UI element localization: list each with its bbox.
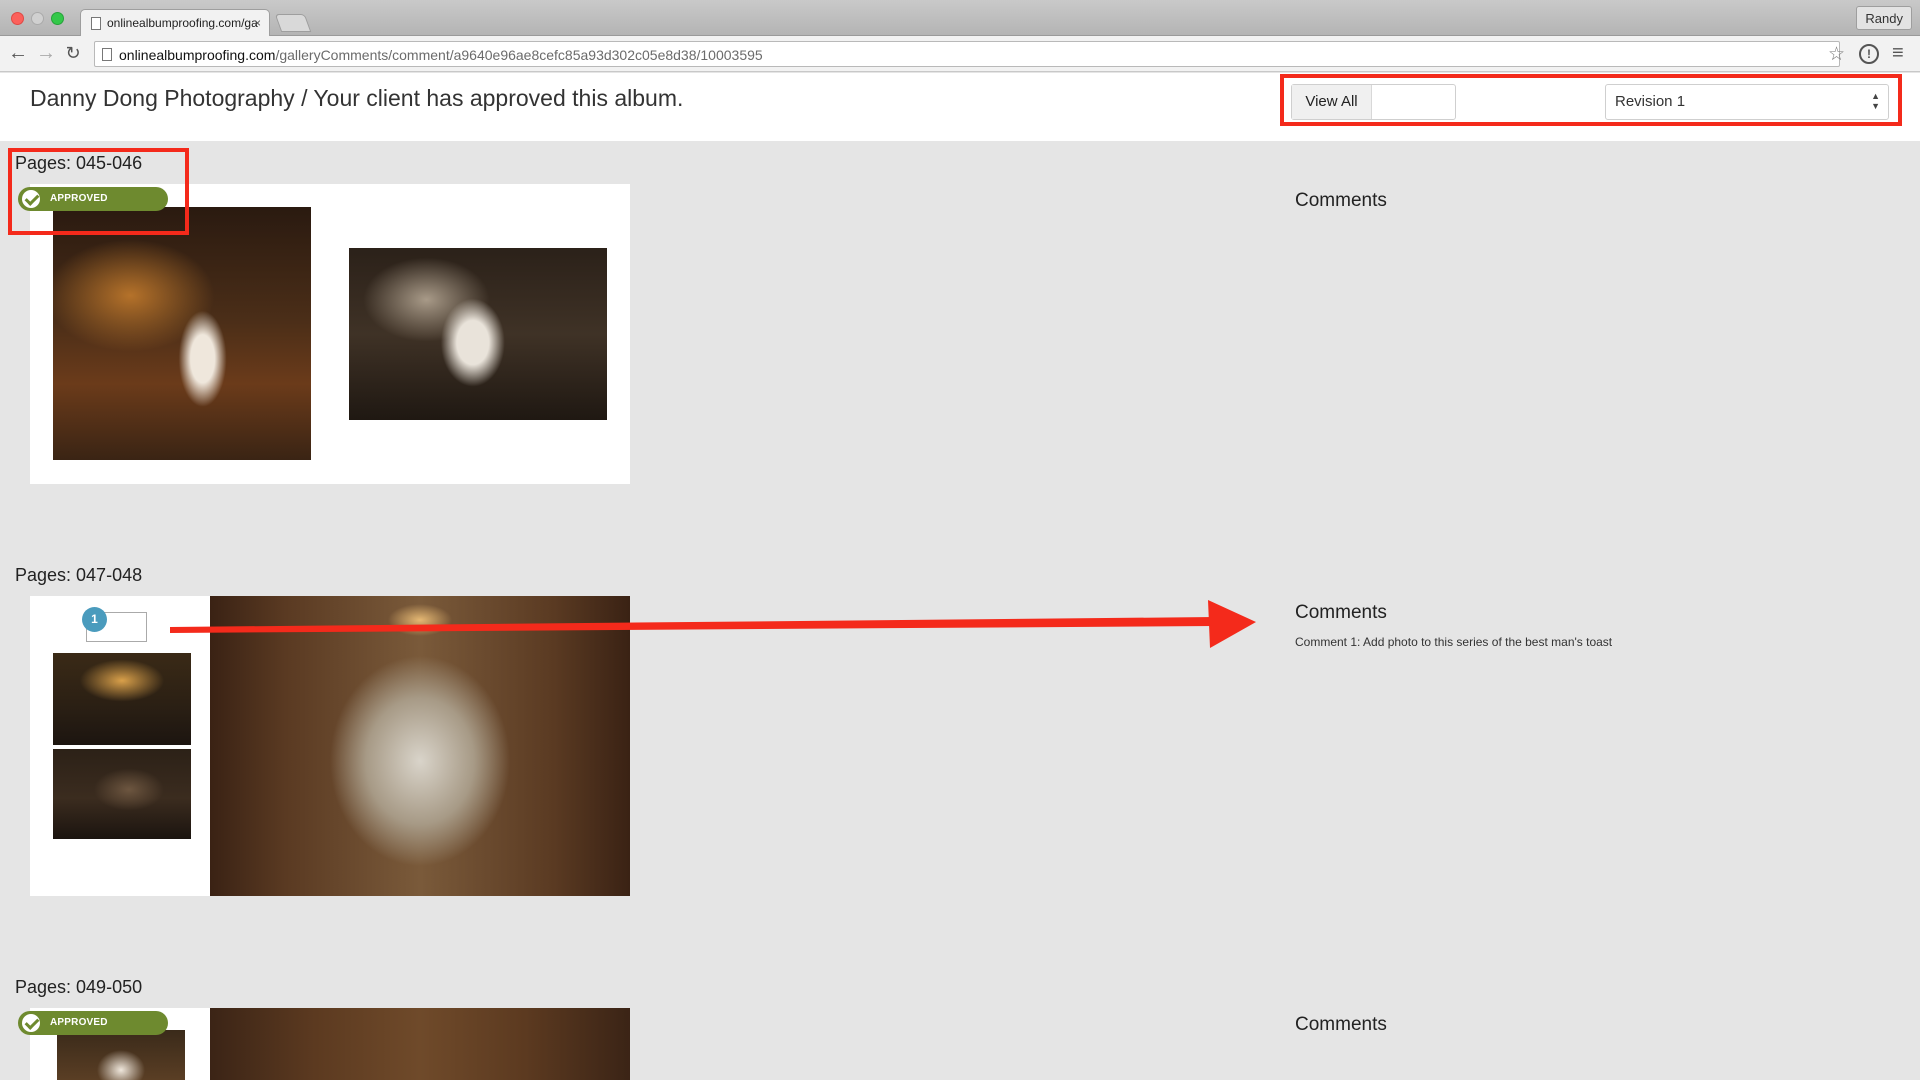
spread-photo[interactable] — [57, 1030, 185, 1080]
spread-photo[interactable] — [53, 653, 191, 745]
tab-title: onlinealbumproofing.com/ga — [107, 16, 258, 30]
page-icon — [91, 17, 101, 30]
spread-photo[interactable] — [210, 596, 630, 896]
spread-photo[interactable] — [53, 749, 191, 839]
page-title: Danny Dong Photography / Your client has… — [30, 85, 684, 111]
page-header: Danny Dong Photography / Your client has… — [0, 73, 1920, 141]
url-path: /galleryComments/comment/a9640e96ae8cefc… — [275, 47, 763, 63]
browser-toolbar: ← → ↻ onlinealbumproofing.com/galleryCom… — [0, 36, 1920, 72]
hamburger-menu-icon[interactable]: ≡ — [1892, 42, 1904, 65]
tab-close-icon[interactable]: × — [254, 16, 261, 30]
new-tab-button[interactable] — [274, 14, 312, 32]
url-host: onlinealbumproofing.com — [119, 47, 276, 63]
comment-marker[interactable]: 1 — [82, 607, 107, 632]
comments-heading: Comments — [1295, 190, 1387, 211]
star-icon[interactable]: ☆ — [1828, 43, 1845, 66]
annotation-arrow — [170, 600, 1256, 648]
page-icon — [102, 48, 112, 61]
profile-button[interactable]: Randy — [1856, 6, 1912, 30]
reload-icon[interactable]: ↻ — [61, 42, 85, 66]
spread-photo[interactable] — [53, 207, 311, 460]
back-arrow-icon[interactable]: ← — [6, 42, 30, 66]
spread-label: Pages: 047-048 — [15, 565, 143, 585]
maximize-window-button[interactable] — [51, 12, 64, 25]
approved-badge-label: APPROVED — [50, 1017, 108, 1028]
approved-badge: APPROVED — [18, 1011, 168, 1035]
check-icon — [22, 1014, 40, 1032]
spread-label: Pages: 049-050 — [15, 977, 143, 997]
comments-heading: Comments — [1295, 602, 1387, 623]
forward-arrow-icon[interactable]: → — [34, 42, 58, 66]
annotation-highlight-approved — [8, 148, 189, 235]
close-window-button[interactable] — [11, 12, 24, 25]
annotation-highlight-controls — [1280, 74, 1902, 126]
minimize-window-button[interactable] — [31, 12, 44, 25]
browser-tab[interactable]: onlinealbumproofing.com/ga × — [80, 9, 270, 37]
address-bar[interactable]: onlinealbumproofing.com/galleryComments/… — [94, 41, 1840, 67]
annotation-arrow-head — [1208, 600, 1256, 648]
spread-photo[interactable] — [210, 1008, 630, 1080]
comments-heading: Comments — [1295, 1014, 1387, 1035]
comment-text: Comment 1: Add photo to this series of t… — [1295, 635, 1613, 649]
browser-tabbar: onlinealbumproofing.com/ga × Randy — [0, 0, 1920, 37]
info-icon[interactable]: ! — [1859, 44, 1879, 64]
spread-photo[interactable] — [349, 248, 607, 420]
